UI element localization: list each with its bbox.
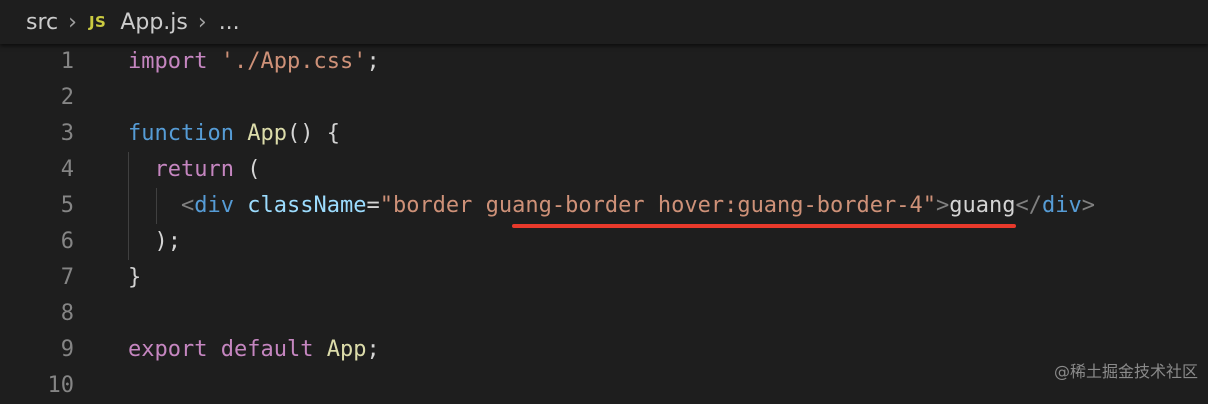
line-number: 6	[60, 229, 74, 254]
code-token: guang	[949, 193, 1016, 218]
code-token: export	[128, 337, 208, 362]
code-text: <div className="border guang-border hove…	[128, 188, 1095, 224]
code-token: (	[233, 157, 261, 182]
code-token: }	[128, 265, 142, 290]
breadcrumb-symbols[interactable]: ...	[219, 10, 240, 35]
code-token: () {	[286, 121, 340, 146]
code-token: >	[936, 193, 950, 218]
code-token: return	[154, 157, 234, 182]
chevron-right-icon: ›	[197, 9, 207, 35]
code-token: import	[128, 49, 208, 74]
line-number: 1	[60, 49, 74, 74]
code-line[interactable]: 1 import './App.css';	[0, 44, 1208, 80]
code-token: <	[180, 193, 195, 218]
line-number: 10	[47, 373, 75, 398]
code-token: div	[1041, 193, 1082, 218]
line-number: 8	[60, 301, 74, 326]
line-number: 5	[60, 193, 74, 218]
line-number: 2	[60, 85, 74, 110]
code-line[interactable]: 3 function App() {	[0, 116, 1208, 152]
breadcrumb-folder[interactable]: src	[26, 10, 58, 35]
line-number: 9	[60, 337, 74, 362]
code-text: export default App;	[128, 332, 380, 368]
code-text: );	[128, 224, 181, 260]
code-line[interactable]: 6 );	[0, 224, 1208, 260]
code-text: }	[128, 260, 141, 296]
code-line[interactable]: 5 <div className="border guang-border ho…	[0, 188, 1208, 224]
code-token: default	[220, 337, 314, 362]
code-line[interactable]: 10	[0, 368, 1208, 404]
line-number: 4	[60, 157, 74, 182]
code-text: import './App.css';	[128, 44, 380, 80]
code-editor[interactable]: 1 import './App.css'; 2 3 function App() {4 …	[0, 44, 1208, 398]
code-token: >	[1081, 193, 1095, 218]
breadcrumb-file[interactable]: App.js	[120, 10, 188, 35]
code-token: './App.css'	[220, 49, 367, 74]
code-token: App	[326, 337, 367, 362]
code-token: </	[1015, 193, 1042, 218]
line-number: 7	[60, 265, 74, 290]
code-line[interactable]: 7}	[0, 260, 1208, 296]
code-line[interactable]: 2	[0, 80, 1208, 116]
code-token: className	[247, 193, 367, 218]
chevron-right-icon: ›	[68, 9, 77, 35]
javascript-file-icon: JS	[88, 13, 107, 31]
breadcrumb: src › JS App.js › ...	[0, 0, 1208, 44]
code-text: function App() {	[128, 116, 340, 152]
code-token: ;	[366, 337, 380, 362]
code-token: App	[247, 121, 287, 146]
code-token: =	[366, 193, 380, 218]
line-number: 3	[60, 121, 74, 146]
code-token: div	[194, 193, 234, 218]
watermark: @稀土掘金技术社区	[1053, 362, 1198, 381]
code-token: ;	[366, 49, 380, 74]
code-line[interactable]: 9 export default App;	[0, 332, 1208, 368]
code-token: "border guang-border hover:guang-border-…	[379, 193, 936, 218]
code-line[interactable]: 8	[0, 296, 1208, 332]
code-token: );	[128, 229, 181, 254]
code-text: return (	[128, 152, 261, 188]
code-line[interactable]: 4 return (	[0, 152, 1208, 188]
code-token: function	[128, 121, 234, 146]
